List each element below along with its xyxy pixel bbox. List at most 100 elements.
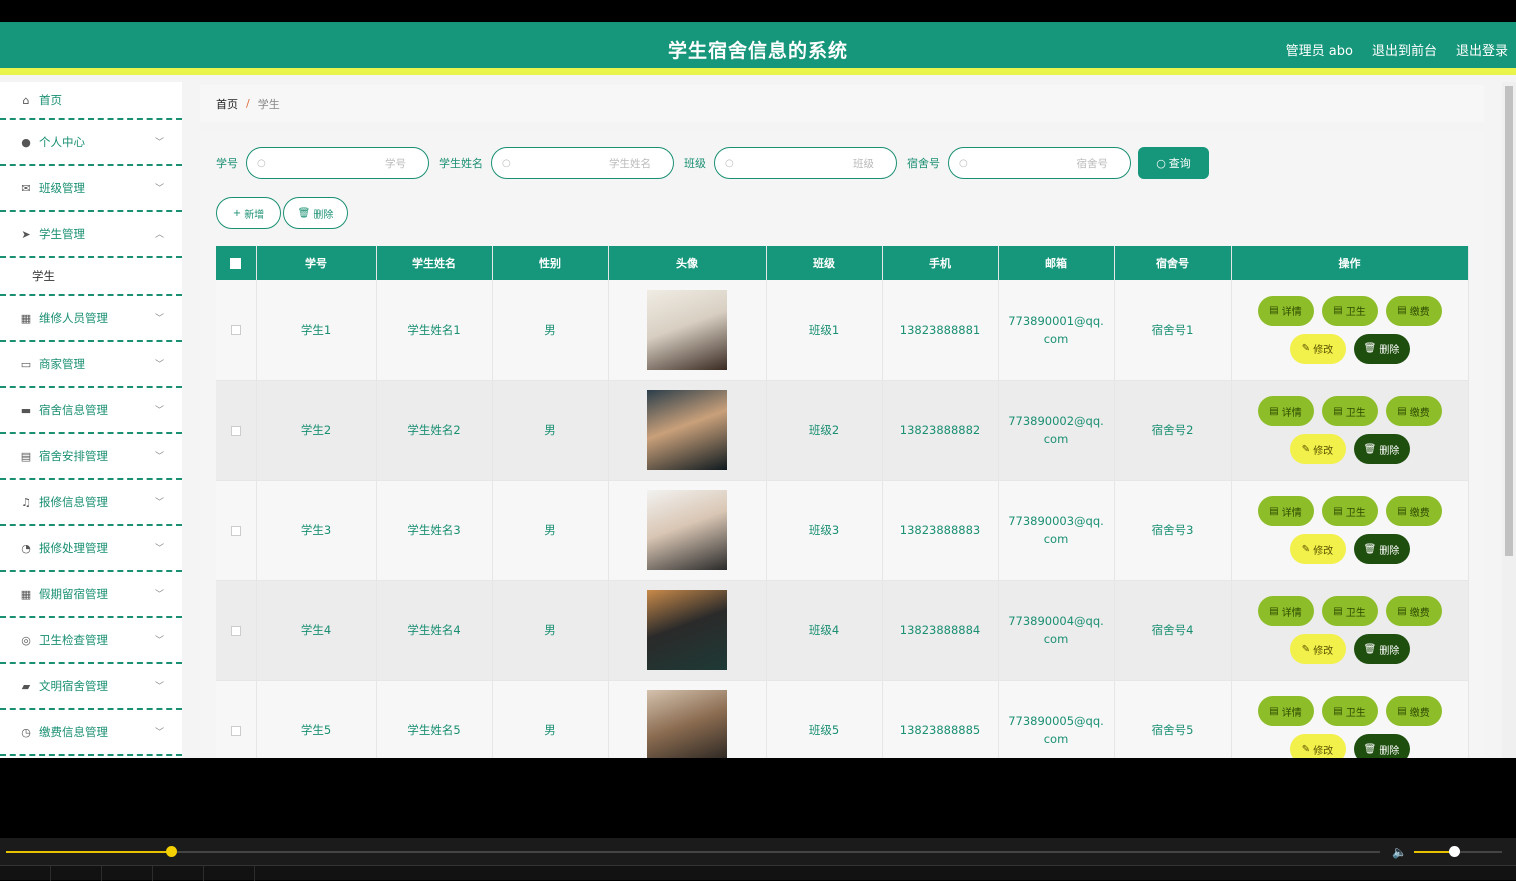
search-input[interactable]: ○ 宿舍号 xyxy=(948,147,1131,179)
sidebar-item[interactable]: ● 个人中心 ﹀ xyxy=(0,120,182,166)
batch-delete-button[interactable]: 🗑 删除 xyxy=(283,197,348,229)
column-header[interactable]: 邮箱 xyxy=(998,246,1115,280)
fee-button[interactable]: ▤ 缴费 xyxy=(1385,596,1442,626)
document-icon: ▤ xyxy=(1397,505,1407,517)
hygiene-button[interactable]: ▤ 卫生 xyxy=(1321,496,1378,526)
seek-bar[interactable] xyxy=(6,846,1380,857)
sidebar-item[interactable]: ⌂ 首页 xyxy=(0,82,182,120)
fee-button[interactable]: ▤ 缴费 xyxy=(1385,295,1442,326)
table-row[interactable]: 学生3 学生姓名3 男 班级3 13823888883 773890003@qq.com 宿… xyxy=(216,480,1469,581)
detail-button[interactable]: ▤ 详情 xyxy=(1257,396,1314,426)
sidebar-item[interactable]: ✉ 班级管理 ﹀ xyxy=(0,166,182,212)
volume-handle[interactable] xyxy=(1448,846,1460,857)
sidebar-item-label: 缴费信息管理 xyxy=(39,725,108,739)
avatar-image[interactable] xyxy=(647,690,727,758)
delete-button[interactable]: 🗑 删除 xyxy=(1353,634,1410,664)
edit-button[interactable]: ✎ 修改 xyxy=(1289,534,1346,564)
player-slot xyxy=(51,866,102,881)
search-input[interactable]: ○ 学号 xyxy=(246,147,429,179)
search-input[interactable]: ○ 学生姓名 xyxy=(491,147,674,179)
avatar-image[interactable] xyxy=(647,590,727,670)
fee-button-label: 缴费 xyxy=(1409,307,1430,319)
edit-button[interactable]: ✎ 修改 xyxy=(1289,434,1346,464)
sidebar-item[interactable]: ◷ 缴费信息管理 ﹀ xyxy=(0,710,182,756)
sidebar-subitem-student[interactable]: 学生 xyxy=(0,258,182,296)
detail-button-label: 详情 xyxy=(1281,407,1302,419)
delete-button[interactable]: 🗑 删除 xyxy=(1353,434,1410,464)
sidebar-item[interactable]: ▤ 宿舍安排管理 ﹀ xyxy=(0,434,182,480)
add-button[interactable]: + 新增 xyxy=(216,197,281,229)
edit-button[interactable]: ✎ 修改 xyxy=(1289,734,1346,758)
avatar-image[interactable] xyxy=(647,390,727,470)
sidebar-item[interactable]: ▬ 宿舍信息管理 ﹀ xyxy=(0,388,182,434)
detail-button[interactable]: ▤ 详情 xyxy=(1257,696,1314,726)
sidebar-item[interactable]: ◔ 报修处理管理 ﹀ xyxy=(0,526,182,572)
sidebar-item[interactable]: ➤ 学生管理 ︿ xyxy=(0,212,182,258)
hygiene-button[interactable]: ▤ 卫生 xyxy=(1321,396,1378,426)
sidebar-item[interactable]: ♫ 报修信息管理 ﹀ xyxy=(0,480,182,526)
edit-button[interactable]: ✎ 修改 xyxy=(1289,333,1346,364)
column-header[interactable]: 性别 xyxy=(492,246,609,280)
sidebar-item-label: 卫生检查管理 xyxy=(39,633,108,647)
page-scrollbar[interactable] xyxy=(1502,82,1516,758)
chevron-down-icon: ﹀ xyxy=(154,360,164,370)
sidebar-item[interactable]: ▦ 维修人员管理 ﹀ xyxy=(0,296,182,342)
query-button[interactable]: ○ 查询 xyxy=(1138,147,1209,179)
column-header[interactable]: 头像 xyxy=(608,246,767,280)
column-header: 操作 xyxy=(1231,246,1469,280)
document-icon: ▤ xyxy=(1397,605,1407,617)
row-checkbox[interactable] xyxy=(230,525,241,536)
volume-slider[interactable] xyxy=(1414,846,1502,857)
chat-icon: ▰ xyxy=(21,679,31,693)
select-all-checkbox[interactable] xyxy=(230,258,242,269)
delete-button-label: 删除 xyxy=(1379,545,1400,557)
seek-handle[interactable] xyxy=(165,846,177,857)
row-checkbox[interactable] xyxy=(230,625,241,636)
row-checkbox[interactable] xyxy=(230,425,241,436)
cell-email: 773890004@qq.com xyxy=(998,580,1115,681)
column-header[interactable]: 手机 xyxy=(882,246,999,280)
table-row[interactable]: 学生1 学生姓名1 男 班级1 13823888881 773890001@qq.com 宿… xyxy=(216,280,1469,381)
delete-button[interactable]: 🗑 删除 xyxy=(1353,333,1410,364)
row-checkbox[interactable] xyxy=(230,725,241,736)
column-header[interactable]: 学号 xyxy=(256,246,377,280)
column-header[interactable]: 宿舍号 xyxy=(1114,246,1232,280)
cell-dorm: 宿舍号2 xyxy=(1114,380,1232,481)
search-icon: ○ xyxy=(1156,156,1166,170)
plus-icon: + xyxy=(232,207,242,219)
search-input[interactable]: ○ 班级 xyxy=(714,147,897,179)
detail-button[interactable]: ▤ 详情 xyxy=(1257,295,1314,326)
column-header[interactable]: 班级 xyxy=(766,246,883,280)
breadcrumb-home[interactable]: 首页 xyxy=(216,96,238,112)
avatar-image[interactable] xyxy=(647,490,727,570)
sidebar-item[interactable]: ▭ 商家管理 ﹀ xyxy=(0,342,182,388)
document-icon: ▤ xyxy=(1269,305,1279,317)
sidebar-item[interactable]: ▦ 假期留宿管理 ﹀ xyxy=(0,572,182,618)
table-row[interactable]: 学生5 学生姓名5 男 班级5 13823888885 773890005@qq.com 宿… xyxy=(216,680,1469,758)
scrollbar-thumb[interactable] xyxy=(1505,86,1513,556)
fee-button[interactable]: ▤ 缴费 xyxy=(1385,496,1442,526)
sidebar-item[interactable]: ◎ 卫生检查管理 ﹀ xyxy=(0,618,182,664)
hygiene-button[interactable]: ▤ 卫生 xyxy=(1321,696,1378,726)
fee-button[interactable]: ▤ 缴费 xyxy=(1385,696,1442,726)
detail-button[interactable]: ▤ 详情 xyxy=(1257,596,1314,626)
fee-button[interactable]: ▤ 缴费 xyxy=(1385,396,1442,426)
delete-button[interactable]: 🗑 删除 xyxy=(1353,534,1410,564)
avatar-image[interactable] xyxy=(647,289,727,370)
delete-button[interactable]: 🗑 删除 xyxy=(1353,734,1410,758)
table-row[interactable]: 学生4 学生姓名4 男 班级4 13823888884 773890004@qq.com 宿… xyxy=(216,580,1469,681)
admin-user-link[interactable]: 管理员 abo xyxy=(1286,40,1353,59)
hygiene-button[interactable]: ▤ 卫生 xyxy=(1321,596,1378,626)
table-row[interactable]: 学生2 学生姓名2 男 班级2 13823888882 773890002@qq.com 宿… xyxy=(216,380,1469,481)
column-header[interactable]: 学生姓名 xyxy=(376,246,493,280)
sidebar-item[interactable]: ▰ 文明宿舍管理 ﹀ xyxy=(0,664,182,710)
chevron-down-icon: ﹀ xyxy=(154,544,164,554)
logout-link[interactable]: 退出登录 xyxy=(1456,40,1508,59)
detail-button[interactable]: ▤ 详情 xyxy=(1257,496,1314,526)
row-action-group: ▤ 详情 ▤ 卫生 ▤ 缴费 ✎ 修改 🗑 删除 xyxy=(1250,295,1450,364)
edit-button[interactable]: ✎ 修改 xyxy=(1289,634,1346,664)
hygiene-button[interactable]: ▤ 卫生 xyxy=(1321,295,1378,326)
volume-icon[interactable]: 🔈 xyxy=(1392,845,1407,859)
back-to-front-link[interactable]: 退出到前台 xyxy=(1372,40,1437,59)
row-checkbox[interactable] xyxy=(230,325,241,336)
